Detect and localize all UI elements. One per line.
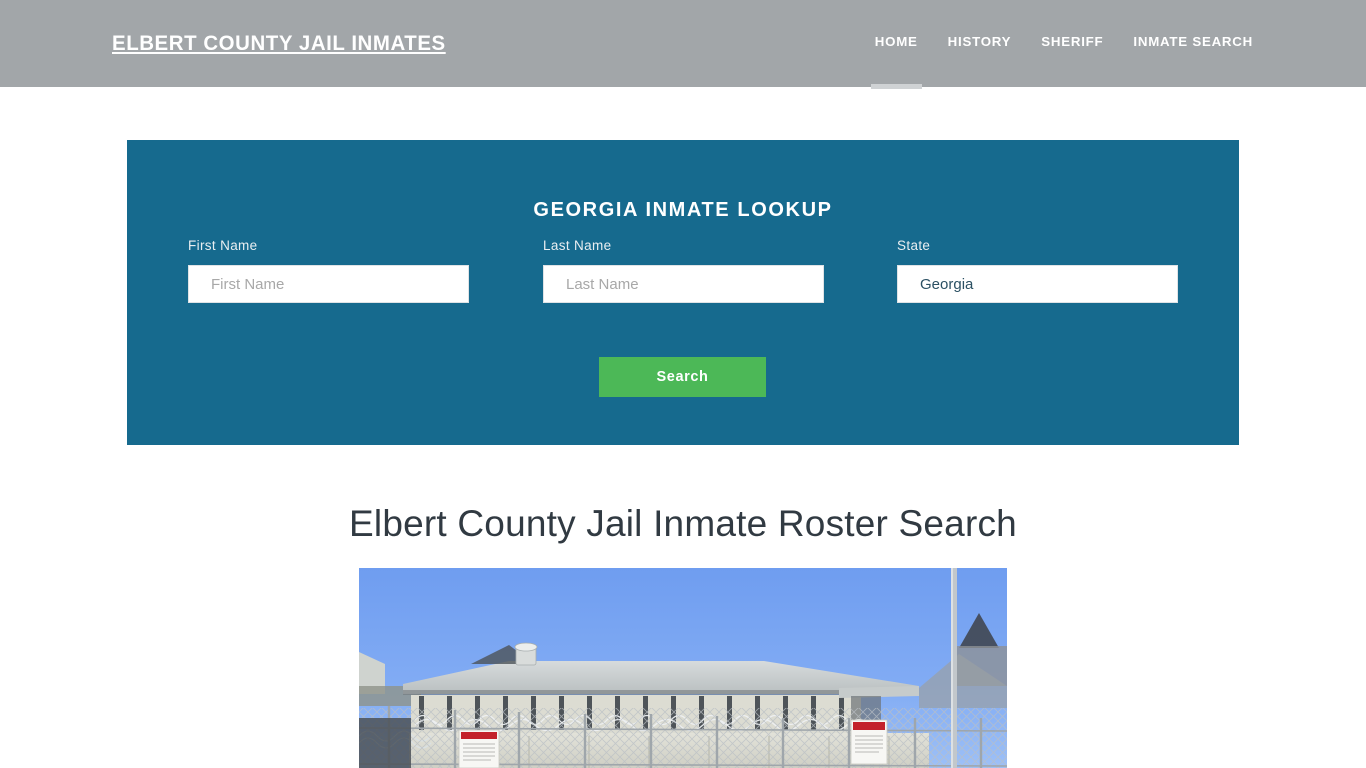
nav-item-history[interactable]: History <box>933 33 1027 51</box>
main-navigation: Home History Sheriff Inmate Search <box>860 33 1253 89</box>
last-name-label: Last Name <box>543 238 612 253</box>
state-label: State <box>897 238 931 253</box>
first-name-label: First Name <box>188 238 258 253</box>
lookup-panel-title: Georgia Inmate Lookup <box>533 198 833 221</box>
site-brand-title[interactable]: Elbert County Jail Inmates <box>112 31 446 56</box>
inmate-lookup-panel: Georgia Inmate Lookup First Name Last Na… <box>127 140 1239 445</box>
state-input[interactable] <box>897 265 1178 303</box>
warning-sign-left <box>458 729 500 768</box>
page-title: Elbert County Jail Inmate Roster Search <box>349 503 1017 544</box>
jail-photo <box>359 568 1007 768</box>
nav-item-home[interactable]: Home <box>860 33 933 89</box>
last-name-field-group: Last Name <box>543 238 824 303</box>
search-button[interactable]: Search <box>599 357 766 397</box>
nav-item-sheriff[interactable]: Sheriff <box>1026 33 1118 51</box>
jail-photo-illustration <box>359 568 1007 768</box>
first-name-field-group: First Name <box>188 238 469 303</box>
warning-sign-right <box>850 719 888 765</box>
site-header: Elbert County Jail Inmates Home History … <box>0 0 1366 89</box>
first-name-input[interactable] <box>188 265 469 303</box>
nav-item-inmate-search[interactable]: Inmate Search <box>1118 33 1253 51</box>
state-field-group: State <box>897 238 1178 303</box>
last-name-input[interactable] <box>543 265 824 303</box>
